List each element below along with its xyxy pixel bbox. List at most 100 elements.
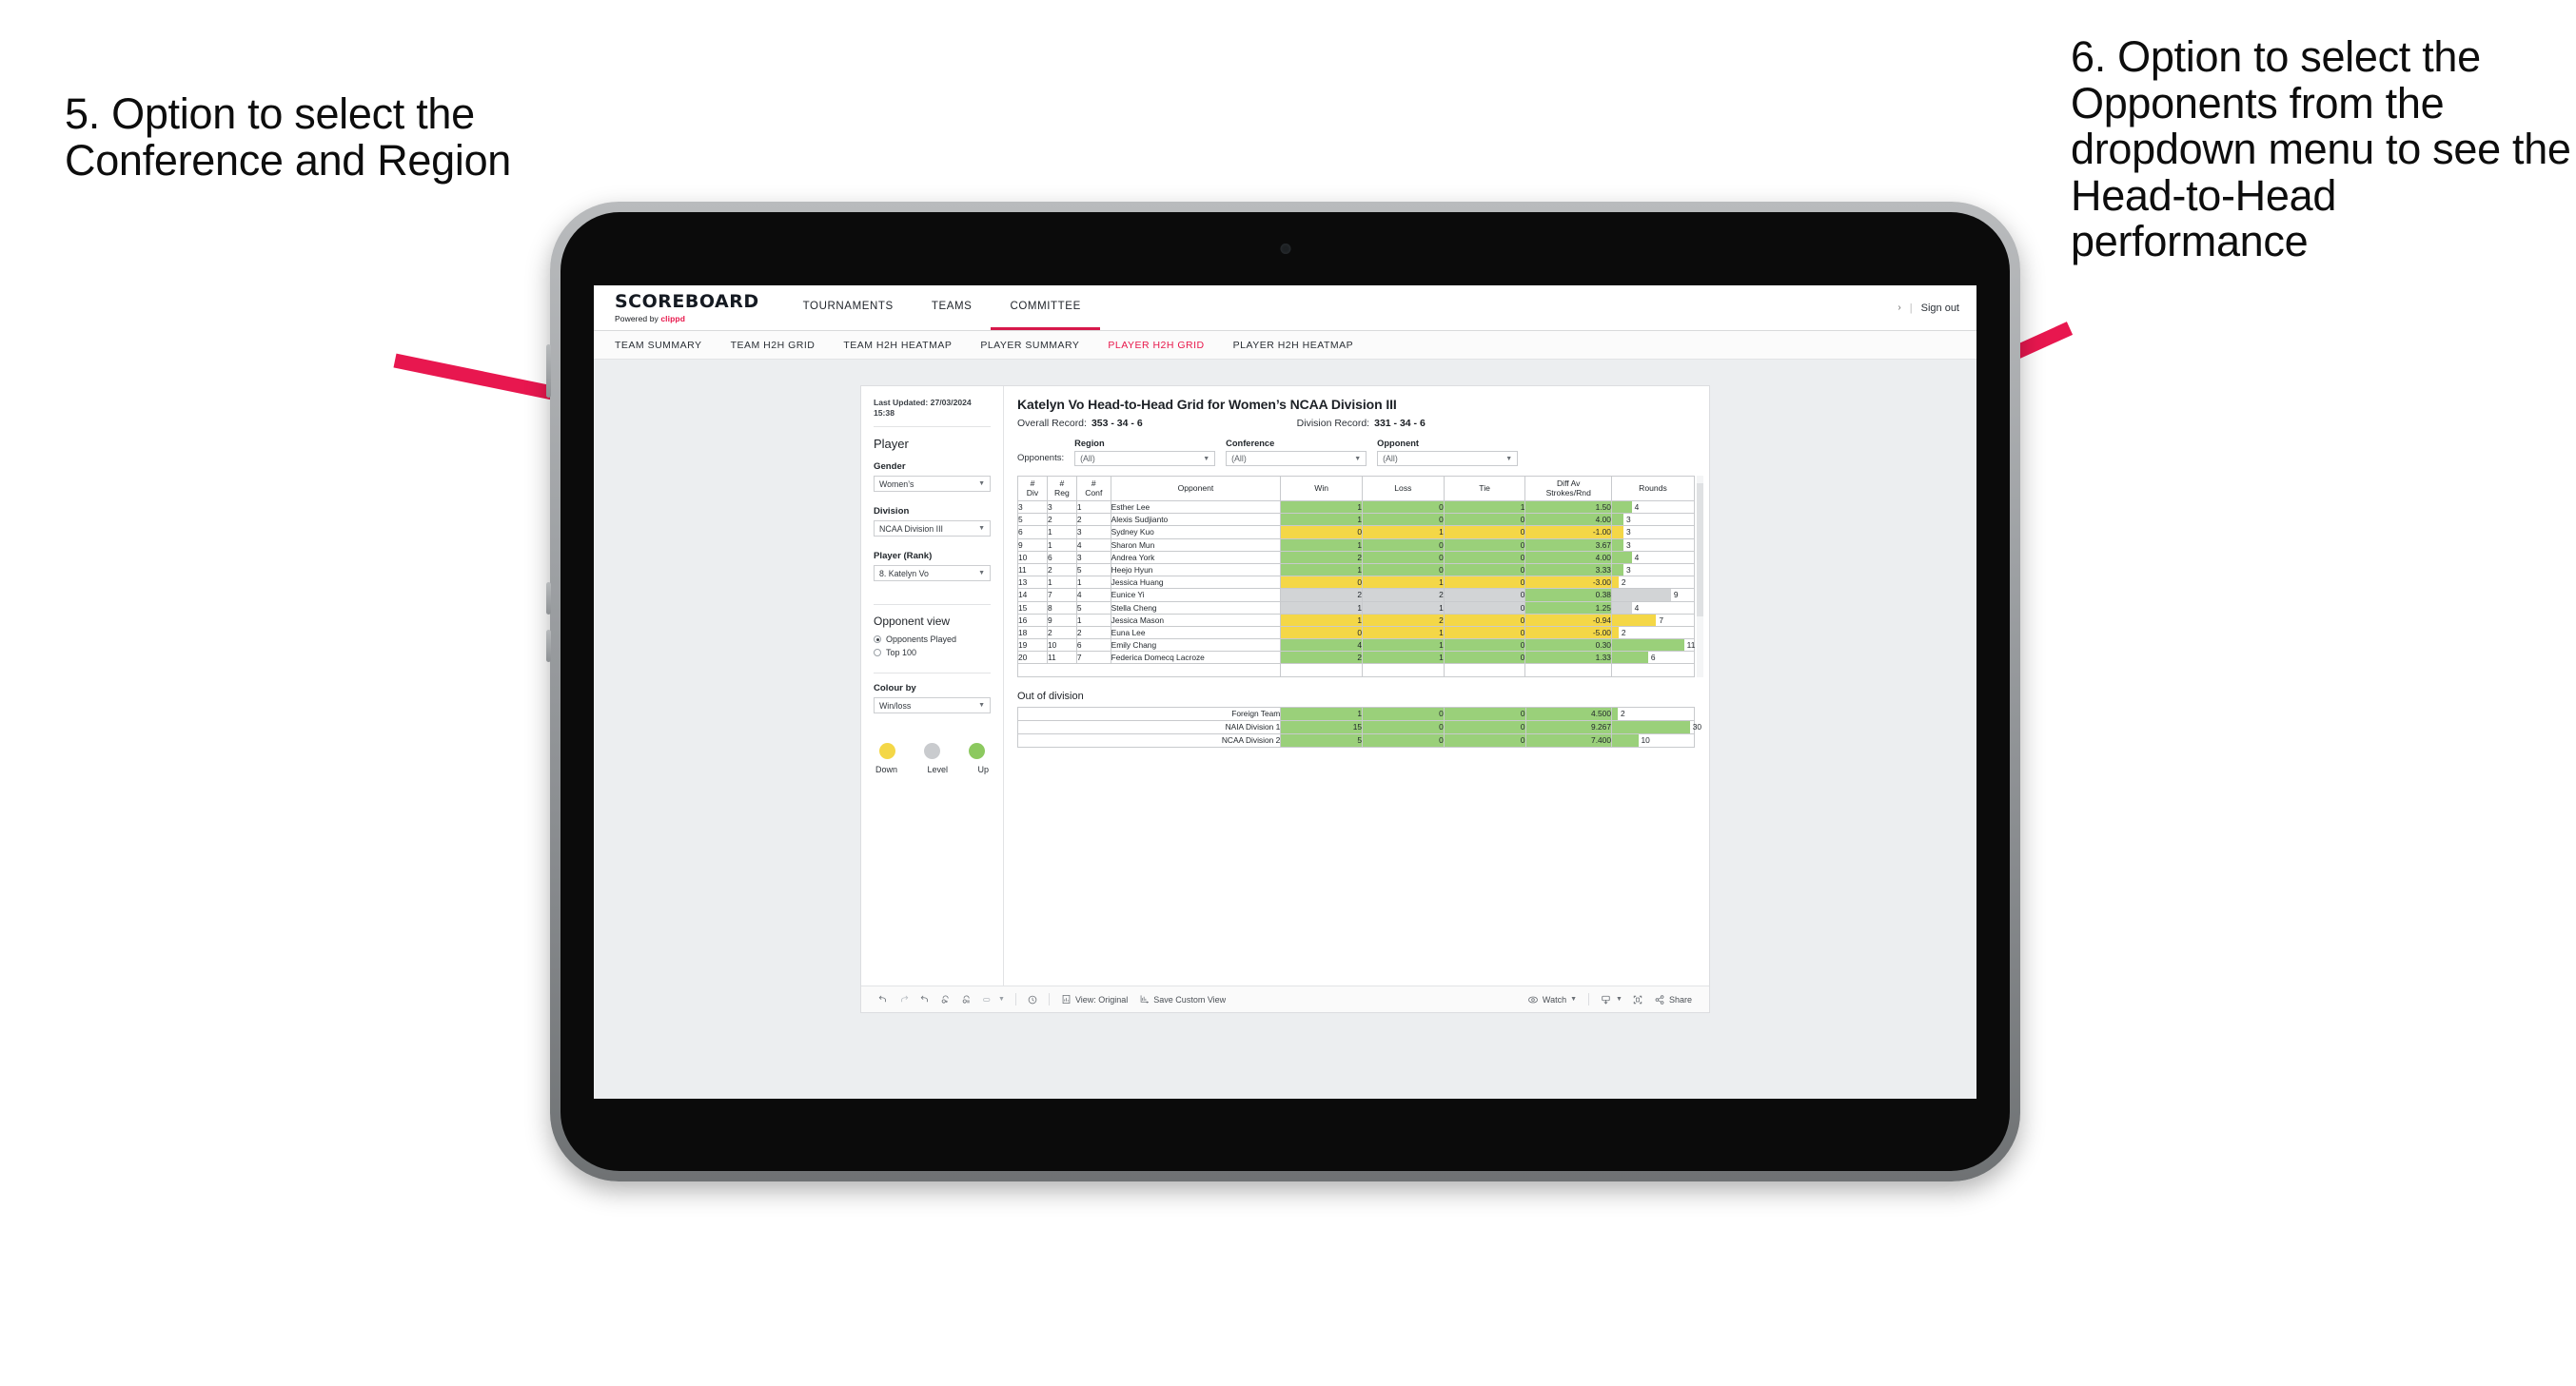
cell-div: 14 (1017, 588, 1048, 602)
table-row[interactable]: 9 1 4 Sharon Mun 1 0 0 3.67 3 (1017, 537, 1696, 552)
h2h-table-scroll-area: # Div # Reg # Conf Opponent Win Loss Tie Di… (1016, 476, 1703, 677)
brand-tagline: Powered by clippd (615, 314, 759, 323)
tablet-volume-up-button[interactable] (546, 582, 551, 615)
opponent-filter-label: Opponent (1377, 439, 1420, 448)
cell-diff: 1.33 (1524, 651, 1612, 665)
share-button[interactable]: Share (1648, 994, 1698, 1005)
table-row[interactable]: 18 2 2 Euna Lee 0 1 0 -5.00 2 (1017, 625, 1696, 640)
col-div[interactable]: # Div (1017, 476, 1048, 501)
subnav-team-summary[interactable]: TEAM SUMMARY (615, 340, 722, 351)
table-row[interactable]: 11 2 5 Heejo Hyun 1 0 0 3.33 3 (1017, 562, 1696, 577)
brand-logo[interactable]: SCOREBOARD Powered by clippd (594, 285, 784, 330)
pause-button[interactable] (956, 994, 977, 1005)
col-loss[interactable]: Loss (1362, 476, 1445, 501)
cell-rounds: 2 (1611, 706, 1695, 721)
subnav-team-h2h-heatmap[interactable]: TEAM H2H HEATMAP (843, 340, 972, 351)
cell-diff: 1.50 (1524, 499, 1612, 515)
col-reg[interactable]: # Reg (1046, 476, 1077, 501)
division-record-label: Division Record: (1296, 418, 1370, 429)
toolbar-divider-2 (1048, 993, 1050, 1005)
undo-button[interactable] (873, 994, 894, 1005)
nav-tournaments[interactable]: TOURNAMENTS (784, 285, 913, 330)
table-row[interactable]: 3 3 1 Esther Lee 1 0 1 1.50 4 (1017, 499, 1696, 515)
table-row[interactable]: 6 1 3 Sydney Kuo 0 1 0 -1.00 3 (1017, 525, 1696, 539)
radio-opponents-played[interactable]: Opponents Played (874, 634, 991, 644)
viz-toolbar: ▼ View: Original Save Custom View Watch … (861, 986, 1709, 1012)
cell-group-name: NCAA Division 2 (1016, 732, 1282, 748)
player-rank-value: 8. Katelyn Vo (879, 568, 929, 578)
opponent-filter-select[interactable]: (All) ▼ (1377, 451, 1519, 466)
cell-tie: 0 (1443, 719, 1526, 734)
col-win[interactable]: Win (1280, 476, 1363, 501)
nav-teams[interactable]: TEAMS (913, 285, 992, 330)
save-custom-view-button[interactable]: Save Custom View (1133, 994, 1231, 1005)
powered-by-text: Powered by (615, 313, 661, 323)
chevron-down-icon: ▼ (978, 702, 985, 710)
cell-conf: 5 (1075, 562, 1111, 577)
watch-label: Watch (1542, 994, 1567, 1005)
cell-loss: 0 (1362, 719, 1445, 734)
cell-conf: 1 (1075, 613, 1111, 627)
tablet-volume-down-button[interactable] (546, 630, 551, 662)
table-row[interactable]: 19 10 6 Emily Chang 4 1 0 0.30 11 (1017, 638, 1695, 653)
table-row[interactable]: 14 7 4 Eunice Yi 2 2 0 0.38 9 (1017, 588, 1696, 602)
redo-button[interactable] (894, 994, 914, 1005)
region-filter-select[interactable]: (All) ▼ (1074, 451, 1216, 466)
gender-select[interactable]: Women’s ▼ (874, 476, 991, 493)
radio-top-100[interactable]: Top 100 (874, 648, 991, 657)
subnav-player-summary[interactable]: PLAYER SUMMARY (980, 340, 1099, 351)
out-of-division-row[interactable]: Foreign Team 1 0 0 4.500 2 (1016, 706, 1695, 721)
cell-win: 2 (1280, 651, 1363, 665)
alerts-button[interactable] (1022, 994, 1043, 1005)
gender-value: Women’s (879, 478, 914, 489)
col-diff-av[interactable]: Diff Av Strokes/Rnd (1524, 476, 1612, 501)
cell-rounds: 7 (1610, 613, 1696, 627)
view-original-button[interactable]: View: Original (1055, 994, 1133, 1005)
table-scrollbar-thumb[interactable] (1697, 483, 1703, 616)
cell-diff: 4.500 (1524, 706, 1612, 721)
subnav-player-h2h-grid[interactable]: PLAYER H2H GRID (1108, 340, 1224, 351)
division-record-value: 331 - 34 - 6 (1374, 418, 1426, 429)
col-conf[interactable]: # Conf (1075, 476, 1111, 501)
table-row[interactable]: 10 6 3 Andrea York 2 0 0 4.00 4 (1017, 550, 1696, 564)
nav-committee[interactable]: COMMITTEE (991, 285, 1100, 330)
refresh-button[interactable] (935, 994, 956, 1005)
toolbar-divider-3 (1588, 993, 1590, 1005)
cell-loss: 2 (1362, 588, 1445, 602)
subnav-player-h2h-heatmap[interactable]: PLAYER H2H HEATMAP (1233, 340, 1373, 351)
cell-diff: 0.38 (1524, 588, 1612, 602)
highlight-dropdown[interactable]: ▼ (977, 994, 1010, 1005)
division-select[interactable]: NCAA Division III ▼ (874, 520, 991, 537)
table-row[interactable]: 5 2 2 Alexis Sudjianto 1 0 0 4.00 3 (1017, 513, 1696, 527)
header-divider: | (1909, 302, 1913, 314)
share-label: Share (1668, 994, 1692, 1005)
table-row[interactable]: 15 8 5 Stella Cheng 1 1 0 1.25 4 (1017, 600, 1696, 615)
player-rank-select[interactable]: 8. Katelyn Vo ▼ (874, 565, 991, 582)
chevron-down-icon: ▼ (978, 570, 985, 577)
save-custom-view-label: Save Custom View (1153, 994, 1227, 1005)
chevron-down-icon: ▼ (1203, 455, 1210, 462)
fullscreen-button[interactable] (1627, 994, 1648, 1005)
out-of-division-row[interactable]: NCAA Division 2 5 0 0 7.400 10 (1016, 732, 1695, 748)
colour-by-select[interactable]: Win/loss ▼ (874, 697, 991, 714)
radio-icon-selected (874, 635, 881, 644)
table-scrollbar[interactable] (1697, 476, 1703, 677)
sign-out-link[interactable]: Sign out (1921, 303, 1959, 314)
chevron-down-icon: ▼ (978, 525, 985, 533)
col-rounds[interactable]: Rounds (1610, 476, 1696, 501)
conference-filter-select[interactable]: (All) ▼ (1226, 451, 1367, 466)
subnav-team-h2h-grid[interactable]: TEAM H2H GRID (731, 340, 836, 351)
col-opponent[interactable]: Opponent (1110, 476, 1282, 501)
tablet-power-button[interactable] (546, 344, 551, 398)
revert-button[interactable] (914, 994, 935, 1005)
table-row[interactable]: 16 9 1 Jessica Mason 1 2 0 -0.94 7 (1017, 613, 1696, 627)
watch-button[interactable]: Watch ▼ (1522, 994, 1583, 1005)
legend-label-level: Level (927, 765, 948, 775)
table-row[interactable]: 20 11 7 Federica Domecq Lacroze 2 1 0 1.33 6 (1017, 651, 1696, 665)
col-tie[interactable]: Tie (1443, 476, 1526, 501)
download-button[interactable]: ▼ (1595, 994, 1627, 1005)
out-of-division-row[interactable]: NAIA Division 1 15 0 0 9.267 30 (1016, 719, 1701, 734)
table-row[interactable]: 13 1 1 Jessica Huang 0 1 0 -3.00 2 (1017, 576, 1696, 590)
cell-win: 1 (1280, 499, 1363, 515)
cell-reg: 8 (1046, 600, 1077, 615)
